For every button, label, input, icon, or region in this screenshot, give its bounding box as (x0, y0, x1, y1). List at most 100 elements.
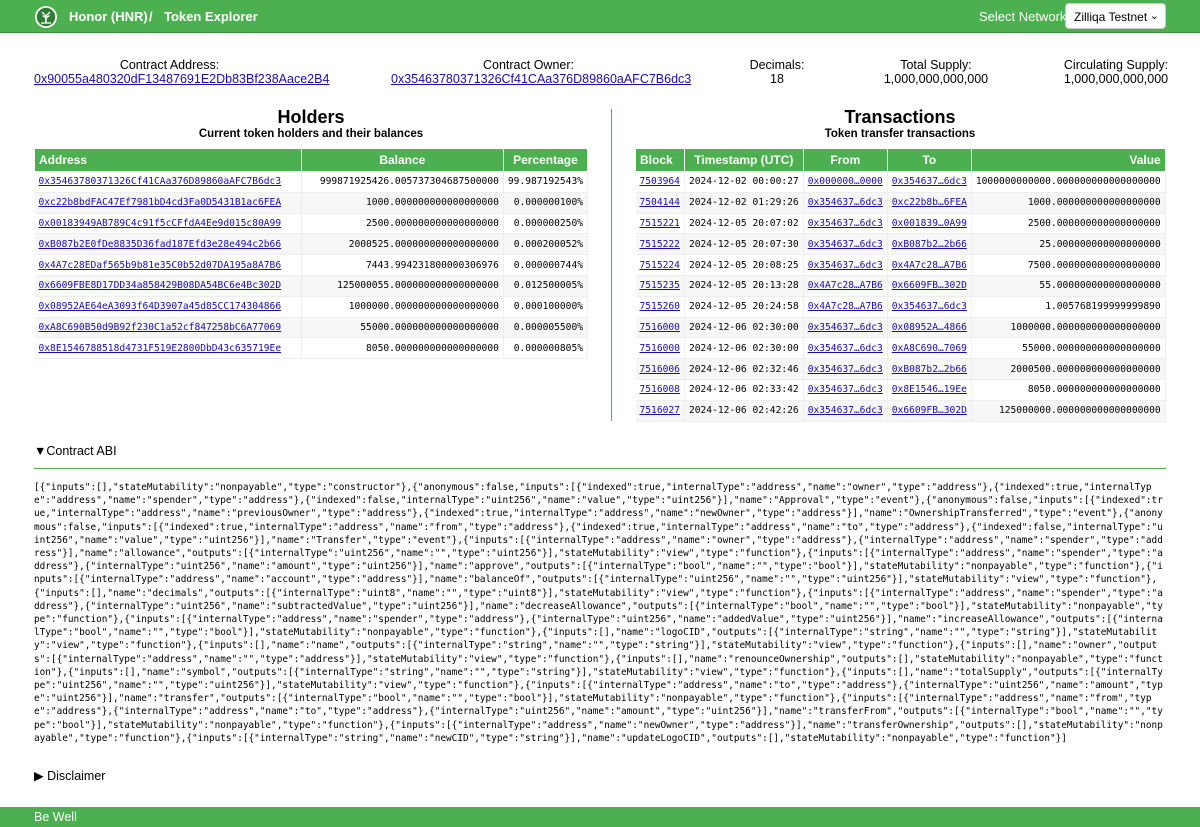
tx-block-link[interactable]: 7516008 (640, 384, 680, 395)
total-supply-label: Total Supply: (900, 58, 972, 72)
tx-col-value[interactable]: Value (970, 148, 1166, 172)
table-row: 7516000 2024-12-06 02:30:00 0x354637…6dc3 0… (635, 337, 1166, 360)
tx-from-cell: 0x354637…6dc3 (803, 379, 888, 401)
tx-value-cell: 7500.000000000000000000 (971, 254, 1166, 276)
tx-block-link[interactable]: 7503964 (640, 176, 680, 187)
holders-subtitle: Current token holders and their balances (198, 128, 424, 140)
tx-to-link[interactable]: 0xA8C690…7069 (892, 343, 967, 354)
tx-from-link[interactable]: 0x354637…6dc3 (808, 322, 883, 333)
tx-block-link[interactable]: 7515222 (640, 239, 680, 250)
holder-address-link[interactable]: 0x6609FBE8D17DD34a858429B08DA54BC6e4Bc30… (39, 280, 282, 291)
tx-col-from[interactable]: From (802, 148, 888, 172)
holder-percentage-cell: 99.987192543% (503, 171, 589, 193)
tx-block-link[interactable]: 7515221 (640, 218, 680, 229)
tx-block-cell: 7516027 (635, 400, 685, 422)
tx-to-link[interactable]: 0x08952A…4866 (892, 322, 967, 333)
tx-from-link[interactable]: 0x354637…6dc3 (808, 384, 883, 395)
tx-from-link[interactable]: 0x354637…6dc3 (808, 364, 883, 375)
contract-address-label: Contract Address: (119, 58, 220, 72)
tx-block-link[interactable]: 7515260 (640, 301, 680, 312)
contract-address-link[interactable]: 0x90055a480320dF13487691E2Db83Bf238Aace2… (34, 72, 329, 86)
tx-timestamp-cell: 2024-12-02 01:29:26 (684, 192, 804, 214)
holders-col-address[interactable]: Address (34, 148, 302, 172)
network-select[interactable]: Zilliqa Testnet ⌄ (1065, 3, 1166, 29)
tx-col-timestamp[interactable]: Timestamp (UTC) (683, 148, 804, 172)
table-row: 0x8E1546788518d4731F519E2800DbD43c635719… (34, 337, 589, 360)
network-label: Select Network: (979, 9, 1071, 24)
tx-from-link[interactable]: 0x354637…6dc3 (808, 197, 883, 208)
holder-address-link[interactable]: 0xA8C690B50d9B92f230C1a52cf847258bC6A770… (39, 322, 282, 333)
table-row: 7515260 2024-12-05 20:24:58 0x4A7c28…A7B6 0… (635, 296, 1166, 318)
tx-to-link[interactable]: 0x001839…0A99 (892, 218, 967, 229)
tx-block-cell: 7516000 (635, 337, 685, 360)
holders-col-balance[interactable]: Balance (300, 148, 504, 172)
tx-value-cell: 1000000000000.000000000000000000 (971, 171, 1166, 193)
holder-address-link[interactable]: 0xc22b8bdFAC47Ef7981bD4cd3Fa0D5431B1ac6F… (39, 197, 282, 208)
holders-col-percentage[interactable]: Percentage (502, 148, 589, 172)
network-select-value: Zilliqa Testnet (1074, 10, 1148, 24)
tx-col-to[interactable]: To (886, 148, 972, 172)
tx-to-link[interactable]: 0x4A7c28…A7B6 (892, 260, 967, 271)
contract-owner-link[interactable]: 0x35463780371326Cf41CAa376D89860aAFC7B6d… (391, 72, 691, 86)
tx-from-link[interactable]: 0x000000…0000 (808, 176, 883, 187)
decimals-label: Decimals: (749, 58, 805, 72)
circulating-supply-label: Circulating Supply: (1063, 58, 1169, 72)
circulating-supply-block: Circulating Supply: 1,000,000,000,000 (1056, 58, 1176, 86)
holder-balance-cell: 2000525.000000000000000000 (301, 233, 504, 256)
token-name[interactable]: Honor (HNR) (69, 9, 148, 24)
tx-from-link[interactable]: 0x4A7c28…A7B6 (808, 280, 883, 291)
tx-block-link[interactable]: 7516000 (640, 322, 680, 333)
tx-block-cell: 7516000 (635, 317, 685, 339)
tx-to-link[interactable]: 0x8E1546…19Ee (892, 384, 967, 395)
tx-to-link[interactable]: 0x6609FB…302D (892, 280, 967, 291)
table-row: 7504144 2024-12-02 01:29:26 0x354637…6dc3 0… (635, 192, 1166, 214)
tx-to-cell: 0x4A7c28…A7B6 (887, 254, 972, 276)
tx-from-link[interactable]: 0x354637…6dc3 (808, 239, 883, 250)
holder-address-link[interactable]: 0x08952AE64eA3093f64D3907a45d85CC1743048… (39, 301, 282, 312)
tx-block-link[interactable]: 7515235 (640, 280, 680, 291)
transactions-table: Block Timestamp (UTC) From To Value 7503… (635, 148, 1166, 422)
tx-value-cell: 55.000000000000000000 (971, 275, 1166, 297)
holder-address-cell: 0x4A7c28EDaf565b9b81e35C0b52d07DA195a8A7… (34, 254, 302, 276)
tx-to-cell: 0x6609FB…302D (887, 400, 972, 422)
holder-address-link[interactable]: 0x00183949AB789C4c91f5cCFfdA4Ee9d015c80A… (39, 218, 282, 229)
holder-address-link[interactable]: 0x35463780371326Cf41CAa376D89860aAFC7B6d… (39, 176, 282, 187)
holder-address-link[interactable]: 0x4A7c28EDaf565b9b81e35C0b52d07DA195a8A7… (39, 260, 282, 271)
tree-logo-icon[interactable] (34, 5, 58, 29)
tx-block-link[interactable]: 7516000 (640, 343, 680, 354)
disclaimer-toggle[interactable]: ▶ Disclaimer (34, 768, 105, 783)
tx-to-cell: 0xc22b8b…6FEA (887, 192, 972, 214)
tx-block-link[interactable]: 7516027 (640, 405, 680, 416)
tx-to-cell: 0x354637…6dc3 (887, 296, 972, 318)
contract-abi-toggle[interactable]: ▼Contract ABI (34, 444, 117, 458)
tx-to-link[interactable]: 0x354637…6dc3 (892, 176, 967, 187)
holder-address-link[interactable]: 0x8E1546788518d4731F519E2800DbD43c635719… (39, 343, 282, 354)
tx-to-link[interactable]: 0x6609FB…302D (892, 405, 967, 416)
tx-from-link[interactable]: 0x354637…6dc3 (808, 343, 883, 354)
tx-to-cell: 0xB087b2…2b66 (887, 233, 972, 256)
tx-from-link[interactable]: 0x354637…6dc3 (808, 405, 883, 416)
tx-to-link[interactable]: 0xc22b8b…6FEA (892, 197, 967, 208)
tx-to-link[interactable]: 0x354637…6dc3 (892, 301, 967, 312)
table-row: 7515235 2024-12-05 20:13:28 0x4A7c28…A7B6 0… (635, 275, 1166, 297)
tx-block-link[interactable]: 7504144 (640, 197, 680, 208)
abi-divider (34, 468, 1166, 469)
tx-block-link[interactable]: 7516006 (640, 364, 680, 375)
tx-to-cell: 0x001839…0A99 (887, 213, 972, 235)
tx-from-link[interactable]: 0x354637…6dc3 (808, 260, 883, 271)
tx-from-link[interactable]: 0x4A7c28…A7B6 (808, 301, 883, 312)
table-row: 0x35463780371326Cf41CAa376D89860aAFC7B6d… (34, 171, 589, 193)
tx-value-cell: 8050.000000000000000000 (971, 379, 1166, 401)
holder-address-cell: 0x00183949AB789C4c91f5cCFfdA4Ee9d015c80A… (34, 213, 302, 235)
tx-block-link[interactable]: 7515224 (640, 260, 680, 271)
tx-block-cell: 7516006 (635, 358, 685, 380)
tx-to-link[interactable]: 0xB087b2…2b66 (892, 364, 967, 375)
holder-address-link[interactable]: 0xB087b2E0fDe8835D36fad187Efd3e28e494c2b… (39, 239, 282, 250)
triangle-down-icon: ▼ (34, 444, 47, 458)
table-row: 0xA8C690B50d9B92f230C1a52cf847258bC6A770… (34, 317, 589, 339)
tx-to-link[interactable]: 0xB087b2…2b66 (892, 239, 967, 250)
tx-col-block[interactable]: Block (635, 148, 685, 172)
tx-from-link[interactable]: 0x354637…6dc3 (808, 218, 883, 229)
table-row: 7515224 2024-12-05 20:08:25 0x354637…6dc3 0… (635, 254, 1166, 276)
contract-owner-block: Contract Owner: 0x35463780371326Cf41CAa3… (391, 58, 691, 86)
